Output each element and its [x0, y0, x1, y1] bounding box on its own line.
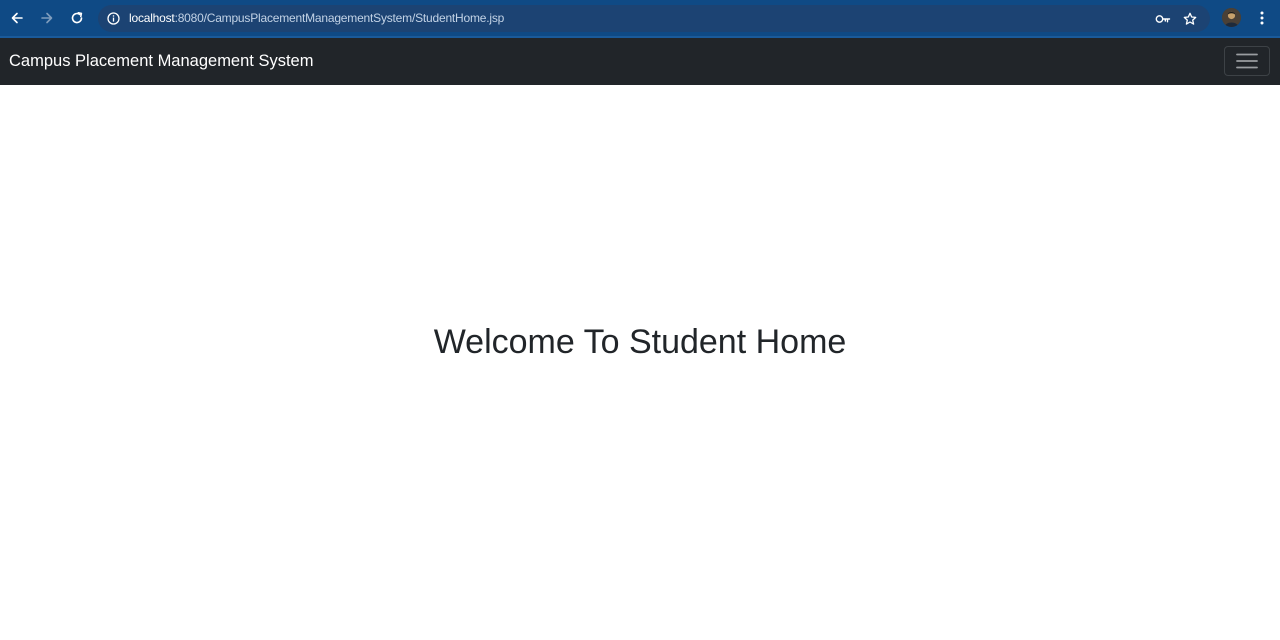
forward-button[interactable] [32, 3, 62, 33]
url-text[interactable]: localhost:8080/CampusPlacementManagement… [129, 11, 504, 25]
browser-menu-button[interactable] [1252, 6, 1272, 30]
navbar-toggler-button[interactable] [1224, 46, 1270, 76]
address-bar[interactable]: localhost:8080/CampusPlacementManagement… [98, 5, 1210, 32]
vertical-dots-icon [1260, 11, 1264, 25]
main-content: Welcome To Student Home [0, 85, 1280, 640]
reload-icon [71, 12, 83, 24]
star-icon [1183, 12, 1197, 25]
navbar-brand[interactable]: Campus Placement Management System [9, 52, 313, 71]
password-button[interactable] [1154, 10, 1172, 28]
browser-toolbar: localhost:8080/CampusPlacementManagement… [0, 0, 1280, 38]
arrow-right-icon [41, 12, 53, 24]
site-info-button[interactable] [105, 10, 122, 27]
profile-avatar[interactable] [1222, 8, 1241, 27]
back-button[interactable] [2, 3, 32, 33]
site-navbar: Campus Placement Management System [0, 38, 1280, 85]
hamburger-icon [1236, 53, 1258, 69]
welcome-heading: Welcome To Student Home [433, 323, 847, 361]
info-circle-icon [107, 12, 120, 25]
reload-button[interactable] [62, 3, 92, 33]
key-icon [1155, 15, 1171, 23]
bookmark-button[interactable] [1181, 10, 1199, 28]
url-path: :8080/CampusPlacementManagementSystem/St… [174, 11, 505, 25]
arrow-left-icon [11, 12, 23, 24]
url-host: localhost [129, 11, 175, 25]
avatar-icon [1222, 8, 1241, 27]
